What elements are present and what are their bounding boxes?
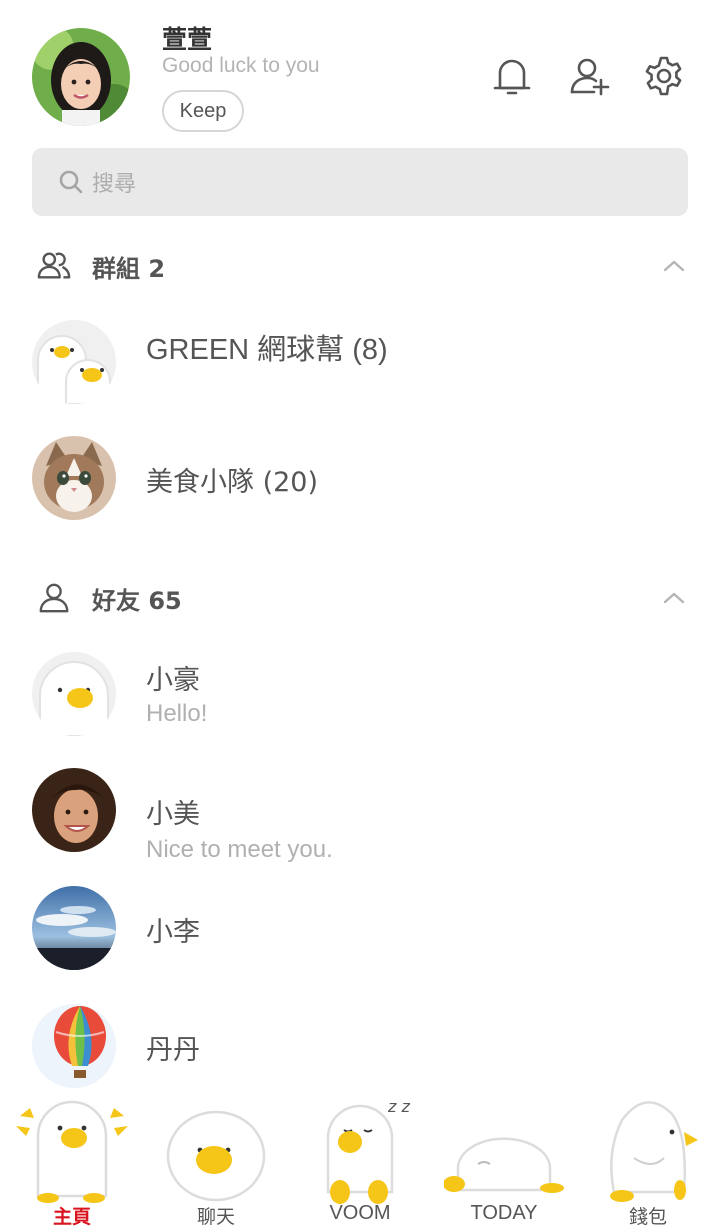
tab-label: VOOM — [329, 1202, 391, 1224]
friend-avatar-sky — [32, 886, 116, 970]
tab-label: 主頁 — [52, 1206, 91, 1228]
friend-avatar-duck — [32, 652, 116, 736]
profile-status-message[interactable]: Good luck to you — [162, 54, 320, 78]
tab-label: TODAY — [470, 1202, 538, 1224]
tab-home[interactable]: 主頁 — [0, 1084, 144, 1232]
tab-label: 錢包 — [628, 1206, 667, 1228]
groups-section-header[interactable]: 群組 2 — [36, 246, 688, 286]
chevron-up-icon[interactable] — [662, 254, 686, 278]
groups-section-title: 群組 2 — [92, 254, 166, 283]
side-duck-icon — [610, 1101, 698, 1202]
group-name: 美食小隊 (20) — [146, 467, 319, 498]
bell-icon[interactable] — [488, 52, 536, 100]
friend-row[interactable]: 小李 — [32, 886, 688, 986]
friends-section-header[interactable]: 好友 65 — [36, 578, 688, 618]
duck-mascot-icon — [16, 1100, 128, 1203]
friend-row[interactable]: 小豪 Hello! — [32, 652, 688, 752]
keep-button[interactable]: Keep — [162, 90, 244, 132]
friends-section-title: 好友 65 — [92, 586, 182, 615]
group-name: GREEN 網球幫 (8) — [146, 334, 388, 366]
friend-icon — [36, 580, 72, 616]
friend-status-message: Hello! — [146, 700, 208, 727]
profile-name: 萱萱 — [162, 25, 213, 54]
group-avatar-cat — [32, 436, 116, 520]
friend-row[interactable]: 小美 Nice to meet you. — [32, 768, 688, 868]
search-icon — [59, 170, 83, 194]
friend-name: 小李 — [146, 917, 200, 948]
friend-name: 丹丹 — [146, 1035, 200, 1066]
add-friend-icon[interactable] — [566, 52, 614, 100]
bottom-tab-bar: 主頁 聊天 z z VOOM TODAY 錢包 — [0, 1084, 720, 1232]
tab-voom[interactable]: z z VOOM — [288, 1084, 432, 1232]
search-placeholder: 搜尋 — [92, 172, 137, 197]
search-input[interactable]: 搜尋 — [32, 148, 688, 216]
group-row[interactable]: GREEN 網球幫 (8) — [32, 320, 688, 420]
tab-label: 聊天 — [196, 1206, 235, 1228]
friend-name: 小豪 — [146, 665, 200, 696]
friend-name: 小美 — [146, 799, 200, 830]
tab-today[interactable]: TODAY — [432, 1084, 576, 1232]
friend-status-message: Nice to meet you. — [146, 836, 333, 863]
group-avatar-green — [32, 320, 116, 404]
duck-mascot-icon — [166, 1110, 266, 1202]
lying-duck-icon — [444, 1137, 564, 1193]
tab-chat[interactable]: 聊天 — [144, 1084, 288, 1232]
group-icon — [36, 248, 72, 284]
tab-wallet[interactable]: 錢包 — [576, 1084, 720, 1232]
group-row[interactable]: 美食小隊 (20) — [32, 436, 688, 536]
friend-avatar-woman — [32, 768, 116, 852]
gear-icon[interactable] — [640, 52, 688, 100]
friend-avatar-balloon — [32, 1004, 116, 1088]
chevron-up-icon[interactable] — [662, 586, 686, 610]
sleeping-duck-icon: z z — [326, 1097, 410, 1204]
svg-text:z z: z z — [387, 1097, 410, 1116]
profile-avatar[interactable] — [32, 28, 130, 126]
